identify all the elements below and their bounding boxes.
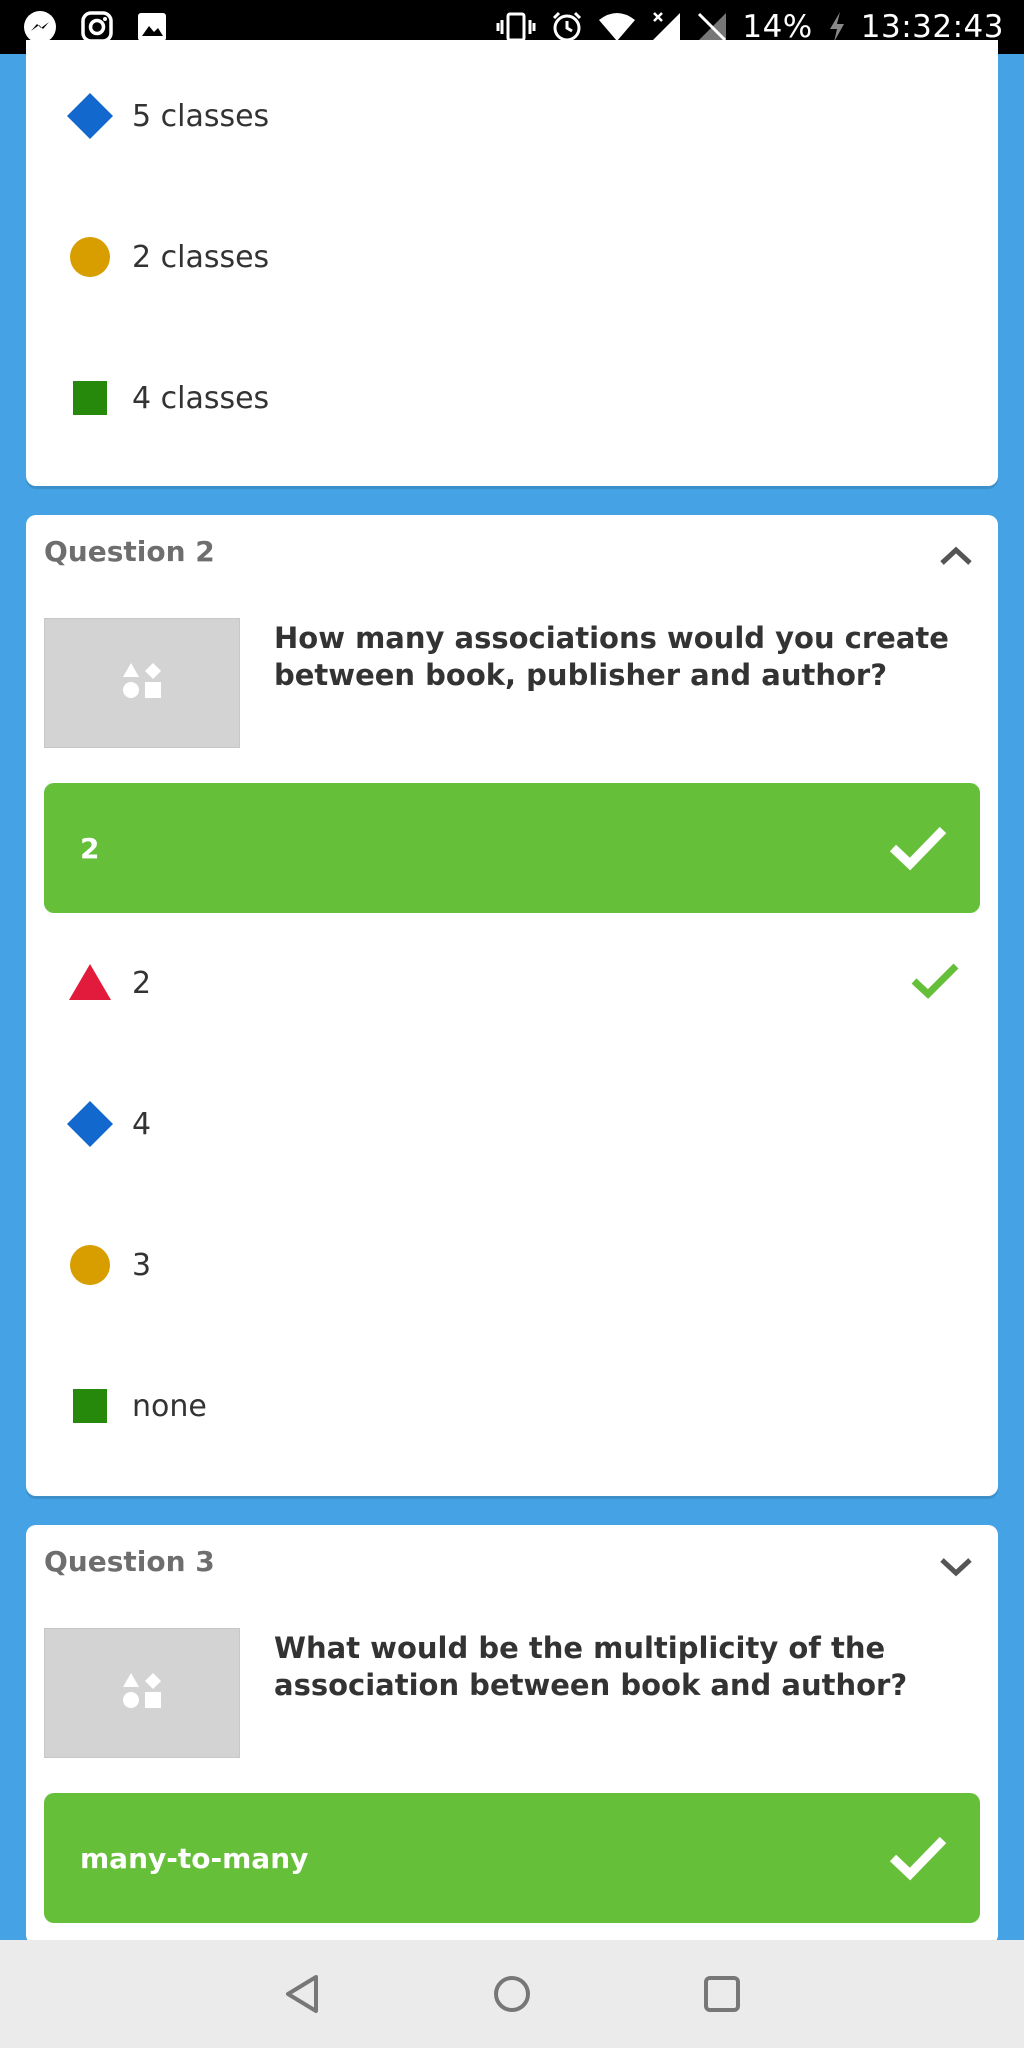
answer-text: none xyxy=(132,1388,207,1424)
answer-text: 5 classes xyxy=(132,98,270,134)
wifi-icon xyxy=(598,12,636,42)
answer-option: 4 classes xyxy=(26,363,998,433)
answer-option: 2 classes xyxy=(26,222,998,292)
question-card-2: Question 2 How many associations would y… xyxy=(26,515,998,1496)
circle-icon xyxy=(66,233,114,281)
vibrate-icon xyxy=(496,11,536,43)
question-label: Question 3 xyxy=(44,1545,215,1578)
shapes-placeholder-icon xyxy=(120,1671,164,1715)
circle-icon xyxy=(66,1241,114,1289)
answer-option: 3 xyxy=(26,1230,998,1300)
answer-text: 2 classes xyxy=(132,239,270,275)
square-icon xyxy=(66,374,114,422)
correct-answer-bar: 2 xyxy=(44,783,980,913)
answer-text: 2 xyxy=(132,965,152,1001)
diamond-icon xyxy=(66,92,114,140)
gallery-icon xyxy=(136,11,168,43)
correct-check-icon xyxy=(910,961,960,1005)
correct-answer-text: 2 xyxy=(80,831,100,865)
square-icon xyxy=(66,1382,114,1430)
instagram-icon xyxy=(80,10,114,44)
diamond-icon xyxy=(66,1100,114,1148)
correct-answer-bar: many-to-many xyxy=(44,1793,980,1923)
answer-text: 3 xyxy=(132,1247,152,1283)
charging-icon xyxy=(827,11,847,43)
answer-option: none xyxy=(26,1371,998,1441)
question-label: Question 2 xyxy=(44,535,215,568)
back-icon[interactable] xyxy=(272,1964,332,2024)
question-text: How many associations would you create b… xyxy=(274,621,949,692)
check-icon xyxy=(888,1834,948,1882)
no-sim-icon xyxy=(696,11,728,43)
question-card-3: Question 3 What would be the multiplicit… xyxy=(26,1525,998,1945)
chevron-up-icon[interactable] xyxy=(936,541,976,571)
answer-option: 4 xyxy=(26,1089,998,1159)
question-card-1: 5 classes 2 classes 4 classes xyxy=(26,40,998,486)
home-icon[interactable] xyxy=(482,1964,542,2024)
signal-icon xyxy=(650,11,682,43)
triangle-icon xyxy=(66,959,114,1007)
recents-icon[interactable] xyxy=(692,1964,752,2024)
correct-answer-text: many-to-many xyxy=(80,1841,309,1875)
question-image-placeholder xyxy=(44,618,240,748)
alarm-icon xyxy=(550,10,584,44)
answer-text: 4 xyxy=(132,1106,152,1142)
check-icon xyxy=(888,824,948,872)
question-image-placeholder xyxy=(44,1628,240,1758)
question-text: What would be the multiplicity of the as… xyxy=(274,1631,908,1702)
shapes-placeholder-icon xyxy=(120,661,164,705)
chevron-down-icon[interactable] xyxy=(936,1551,976,1581)
answer-option: 5 classes xyxy=(26,81,998,151)
navigation-bar xyxy=(0,1940,1024,2048)
answer-text: 4 classes xyxy=(132,380,270,416)
answer-option: 2 xyxy=(26,948,998,1018)
